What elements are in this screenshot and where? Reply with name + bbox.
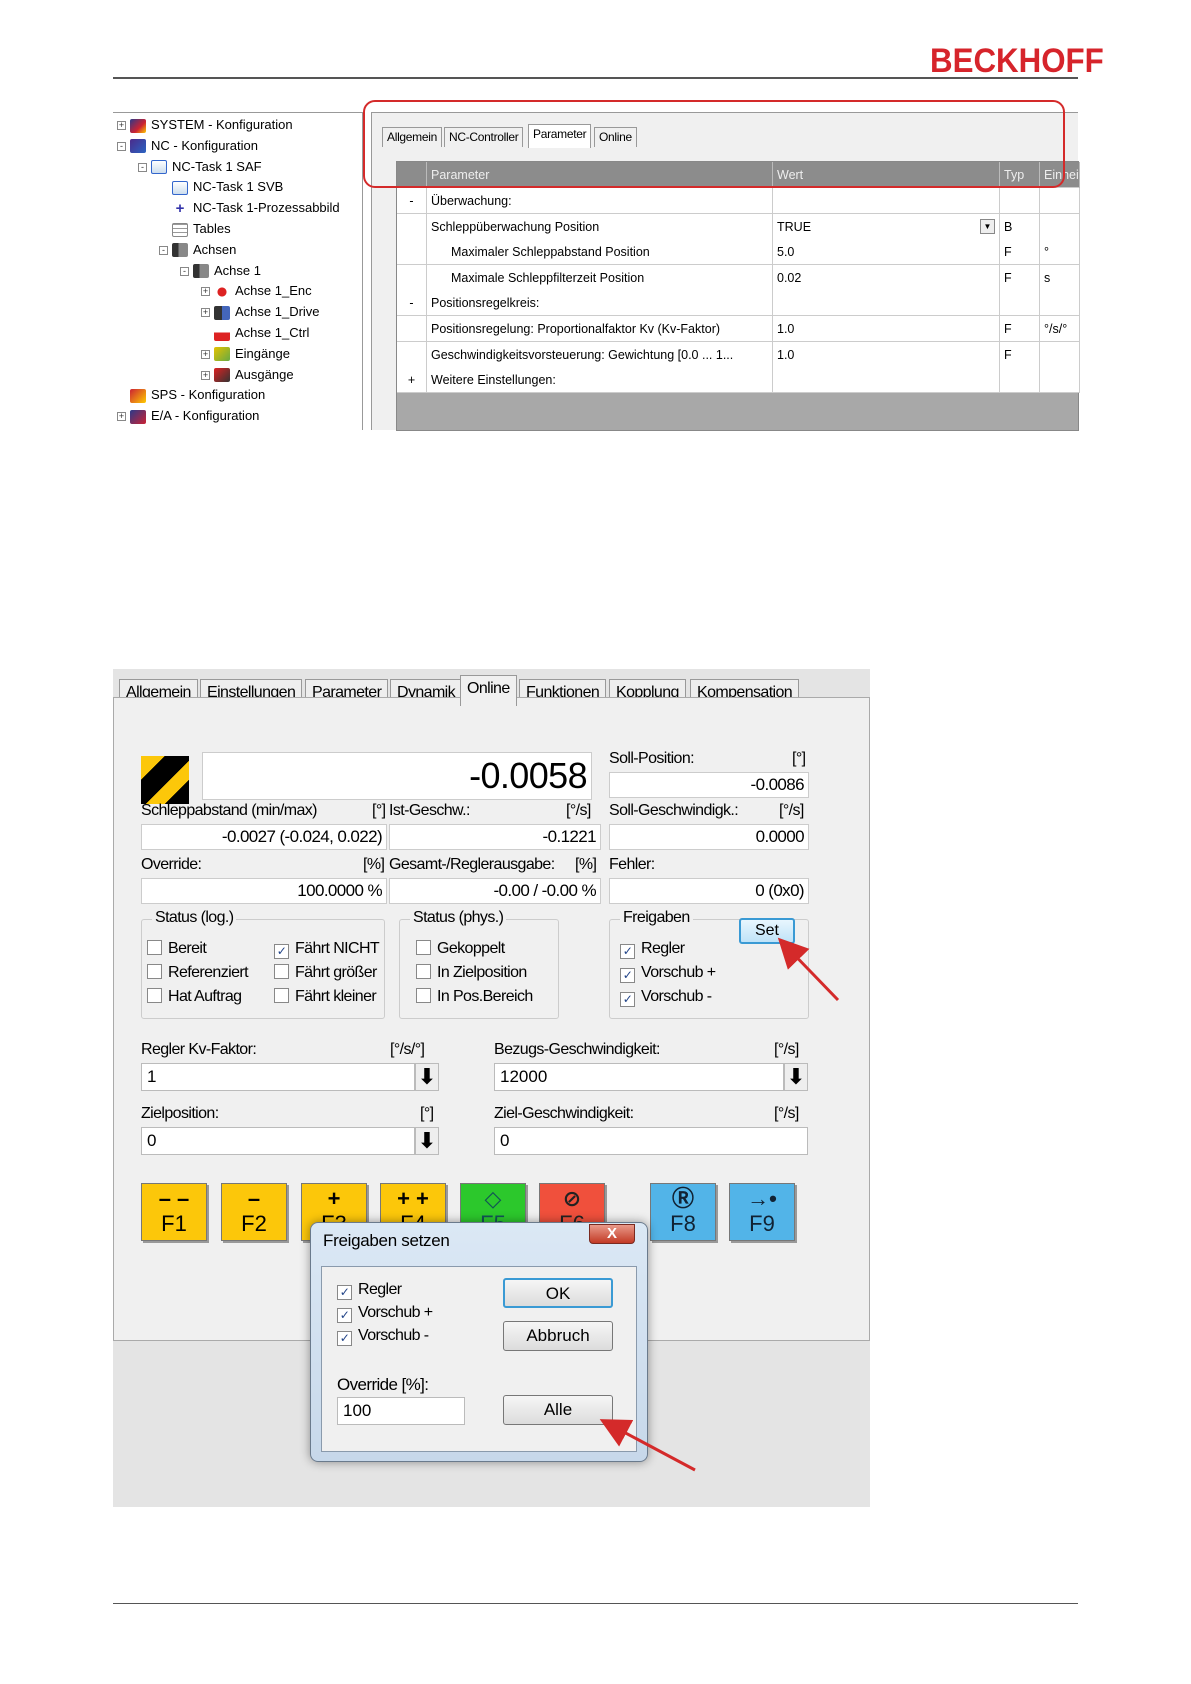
alle-annotation-arrow [599,1419,696,1472]
footer-rule [113,1603,1078,1604]
tab-online[interactable]: Online [460,675,517,706]
set-annotation-arrow [777,937,840,1002]
tab-parameter[interactable]: Parameter [528,124,592,148]
annotation-arrows [599,937,840,1472]
